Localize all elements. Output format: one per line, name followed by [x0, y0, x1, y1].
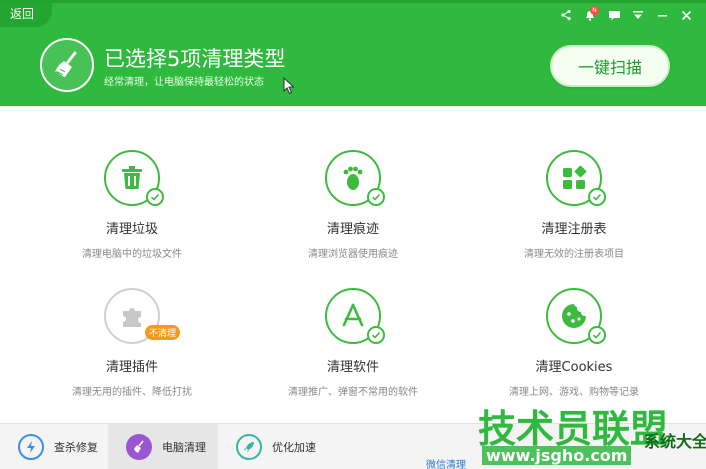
wechat-clean-link[interactable]: 微信清理 [426, 456, 466, 469]
item-description: 清理上网、游戏、购物等记录 [509, 387, 639, 398]
nav-label: 电脑清理 [162, 441, 206, 454]
nav-label: 查杀修复 [54, 441, 98, 454]
clean-item-software[interactable]: 清理软件 清理推广、弹窗不常用的软件 [253, 288, 453, 398]
menu-icon[interactable] [626, 5, 650, 25]
notification-badge: N [590, 6, 599, 15]
nav-label: 优化加速 [272, 441, 316, 454]
watermark-logo: 系统大全 [644, 432, 706, 451]
watermark-url: www.jsgho.com [482, 446, 632, 465]
back-button[interactable]: 返回 [0, 3, 52, 27]
clean-item-registry[interactable]: 清理注册表 清理无效的注册表项目 [474, 150, 674, 260]
checkmark-icon [146, 188, 164, 206]
shield-bolt-icon [18, 434, 44, 460]
minimize-icon[interactable] [650, 5, 674, 25]
rocket-icon [236, 434, 262, 460]
titlebar-controls: N [554, 5, 698, 25]
item-description: 清理电脑中的垃圾文件 [82, 249, 182, 260]
broom-icon [126, 434, 152, 460]
checkmark-icon [588, 188, 606, 206]
share-icon[interactable] [554, 5, 578, 25]
header-banner: 返回 N 已选择5项清理类型 经常清理，让电脑保持最轻松的状态 一键扫描 [0, 0, 706, 106]
clean-item-trash[interactable]: 清理垃圾 清理电脑中的垃圾文件 [32, 150, 232, 260]
clean-item-cookies[interactable]: 清理Cookies 清理上网、游戏、购物等记录 [474, 288, 674, 398]
app-store-icon [325, 288, 385, 344]
broom-icon [40, 38, 94, 92]
puzzle-icon: 不清理 [104, 288, 180, 344]
item-description: 清理推广、弹窗不常用的软件 [288, 387, 418, 398]
close-icon[interactable] [674, 5, 698, 25]
registry-icon [546, 150, 606, 206]
item-label: 清理插件 [105, 360, 158, 375]
footprint-icon [325, 150, 385, 206]
clean-item-plugins[interactable]: 不清理 清理插件 清理无用的插件、降低打扰 [32, 288, 232, 398]
item-label: 清理软件 [326, 360, 379, 375]
item-label: 清理痕迹 [326, 222, 379, 237]
feedback-icon[interactable] [602, 5, 626, 25]
watermark-title: 技术员联盟 [478, 407, 669, 451]
cookie-icon [546, 288, 606, 344]
trash-icon [104, 150, 164, 206]
notification-icon[interactable]: N [578, 5, 602, 25]
item-label: 清理Cookies [535, 360, 613, 375]
item-label: 清理注册表 [541, 222, 607, 237]
checkmark-icon [367, 326, 385, 344]
nav-item-pc-clean[interactable]: 电脑清理 [108, 424, 218, 469]
clean-item-traces[interactable]: 清理痕迹 清理浏览器使用痕迹 [253, 150, 453, 260]
page-title: 已选择5项清理类型 [104, 47, 286, 71]
item-description: 清理浏览器使用痕迹 [308, 249, 398, 260]
item-label: 清理垃圾 [105, 222, 158, 237]
watermark: 技术员联盟 www.jsgho.com 系统大全 [478, 398, 706, 469]
checkmark-icon [588, 326, 606, 344]
item-description: 清理无效的注册表项目 [524, 249, 624, 260]
not-clean-badge: 不清理 [144, 325, 180, 340]
page-subtitle: 经常清理，让电脑保持最轻松的状态 [104, 77, 264, 88]
mouse-cursor-icon [283, 77, 295, 95]
checkmark-icon [367, 188, 385, 206]
nav-item-scan-repair[interactable]: 查杀修复 [0, 424, 108, 469]
item-description: 清理无用的插件、降低打扰 [72, 387, 192, 398]
nav-item-optimize[interactable]: 优化加速 [218, 424, 330, 469]
one-click-scan-button[interactable]: 一键扫描 [550, 45, 670, 87]
